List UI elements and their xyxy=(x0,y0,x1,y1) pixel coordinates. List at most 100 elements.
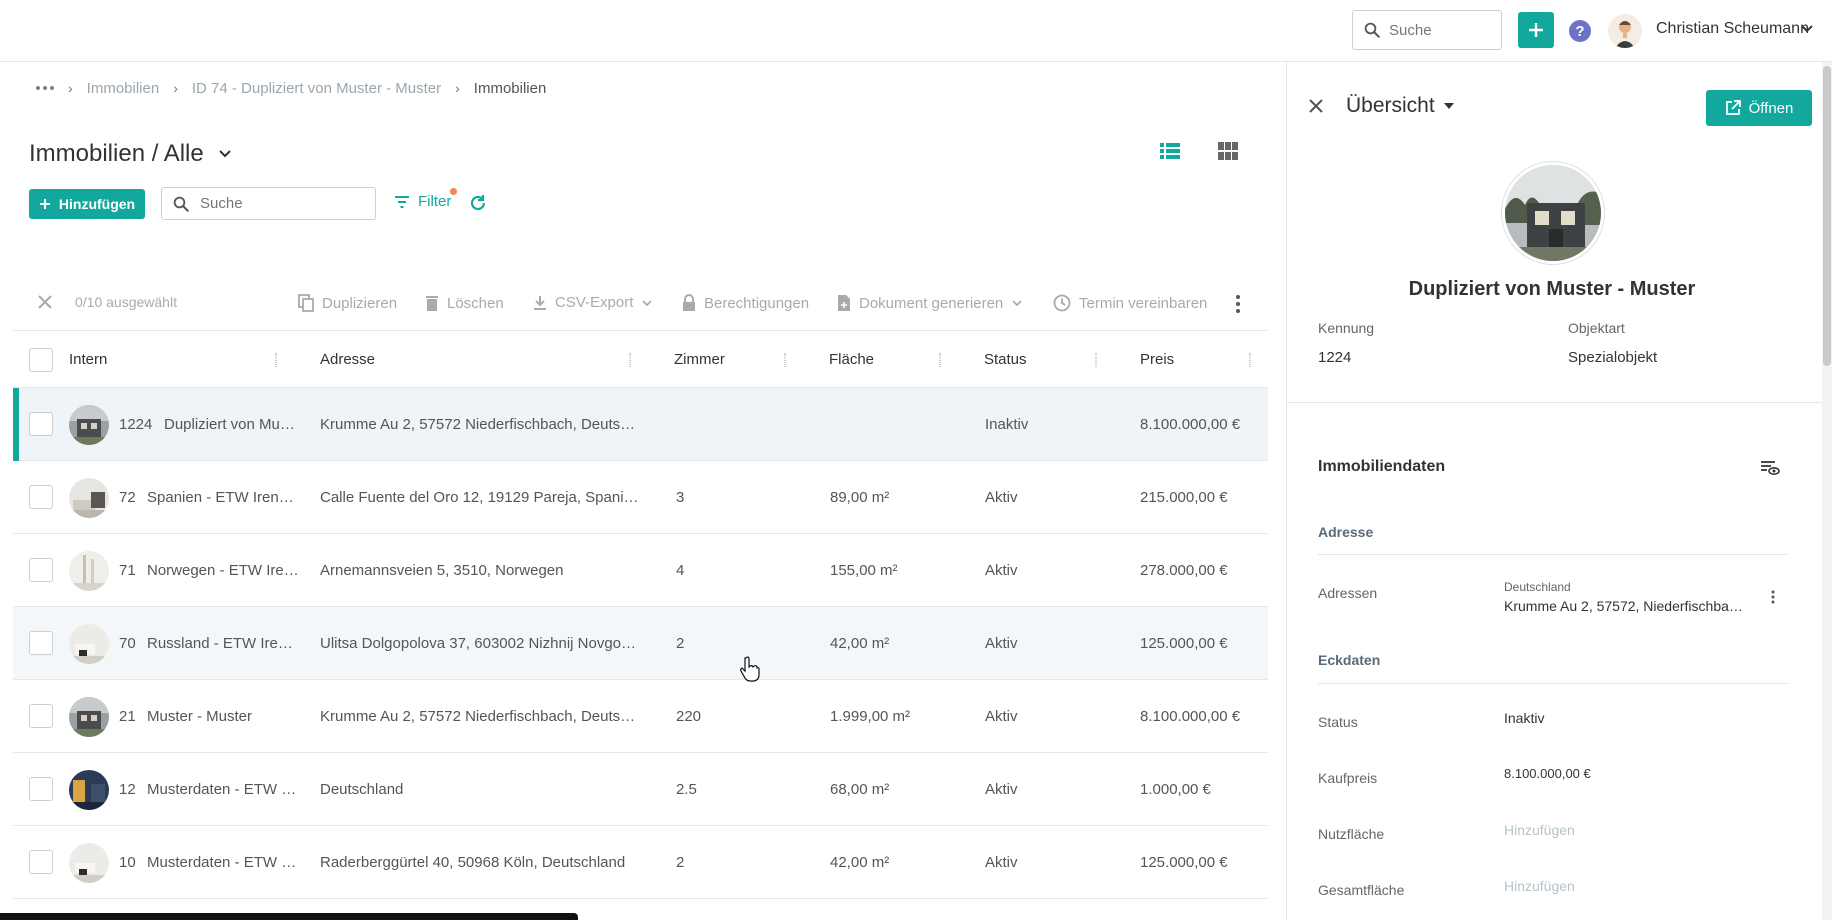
column-header-zimmer[interactable]: Zimmer xyxy=(674,351,725,368)
global-search-input[interactable] xyxy=(1389,21,1489,39)
cell-status: Aktiv xyxy=(985,854,1018,871)
column-resize-handle[interactable] xyxy=(1095,353,1097,367)
chevron-down-icon[interactable] xyxy=(1800,22,1814,36)
group-divider xyxy=(1318,683,1788,684)
properties-table: Intern Adresse Zimmer Fläche Status Prei… xyxy=(13,330,1268,899)
cell-address: Deutschland xyxy=(320,781,404,798)
clear-selection[interactable]: 0/10 ausgewählt xyxy=(37,294,177,310)
column-resize-handle[interactable] xyxy=(629,353,631,367)
panel-scrollbar[interactable] xyxy=(1822,62,1832,920)
property-thumbnail xyxy=(69,770,109,810)
breadcrumb-item-object[interactable]: ID 74 - Dupliziert von Muster - Muster xyxy=(192,80,441,97)
svg-text:?: ? xyxy=(1575,23,1584,40)
cell-price: 125.000,00 € xyxy=(1140,854,1228,871)
grid-view-icon[interactable] xyxy=(1218,142,1238,160)
close-icon xyxy=(37,294,53,310)
row-checkbox[interactable] xyxy=(29,631,53,655)
table-row[interactable]: 10 Musterdaten - ETW I… Raderberggürtel … xyxy=(13,826,1268,899)
row-checkbox[interactable] xyxy=(29,412,53,436)
table-row[interactable]: 21 Muster - Muster Krumme Au 2, 57572 Ni… xyxy=(13,680,1268,753)
column-header-adresse[interactable]: Adresse xyxy=(320,351,375,368)
cell-id: 10 xyxy=(119,854,136,871)
horizontal-scrollbar[interactable] xyxy=(0,913,578,920)
address-country: Deutschland xyxy=(1504,580,1571,594)
kennung-value: 1224 xyxy=(1318,349,1352,366)
breadcrumb-item-immobilien[interactable]: Immobilien xyxy=(87,80,160,97)
panel-divider xyxy=(1286,402,1822,403)
duplicate-label: Duplizieren xyxy=(322,294,398,312)
cell-name: Muster - Muster xyxy=(147,708,253,725)
global-search[interactable] xyxy=(1352,10,1502,50)
row-checkbox[interactable] xyxy=(29,850,53,874)
open-button[interactable]: Öffnen xyxy=(1706,90,1812,126)
refresh-icon[interactable] xyxy=(468,193,488,213)
add-property-label: Hinzufügen xyxy=(58,196,136,212)
csv-export-button[interactable]: CSV-Export xyxy=(533,294,653,311)
row-checkbox[interactable] xyxy=(29,777,53,801)
permissions-button[interactable]: Berechtigungen xyxy=(682,294,809,312)
row-checkbox[interactable] xyxy=(29,558,53,582)
gesamtflaeche-label: Gesamtfläche xyxy=(1318,882,1405,898)
cell-price: 125.000,00 € xyxy=(1140,635,1228,652)
cell-area: 42,00 m² xyxy=(830,635,890,652)
search-icon xyxy=(172,195,190,213)
list-view-icon[interactable] xyxy=(1160,142,1180,160)
page-title[interactable]: Immobilien / Alle xyxy=(29,140,232,168)
table-row[interactable]: 12 Musterdaten - ETW E… Deutschland 2.5 … xyxy=(13,753,1268,826)
create-new-button[interactable] xyxy=(1518,12,1554,48)
address-value[interactable]: Krumme Au 2, 57572, Niederfischba… xyxy=(1504,598,1743,614)
top-bar: ? Christian Scheumann xyxy=(0,0,1832,62)
cell-price: 1.000,00 € xyxy=(1140,781,1211,798)
more-vertical-icon[interactable] xyxy=(1771,590,1775,604)
list-search-input[interactable] xyxy=(200,195,360,212)
help-icon[interactable]: ? xyxy=(1568,19,1592,43)
add-property-button[interactable]: Hinzufügen xyxy=(29,189,145,219)
table-row[interactable]: 70 Russland - ETW Iren… Ulitsa Dolgopolo… xyxy=(13,607,1268,680)
visibility-settings-icon[interactable] xyxy=(1760,460,1780,476)
filter-label: Filter xyxy=(418,193,452,210)
user-avatar[interactable] xyxy=(1608,14,1642,48)
user-name[interactable]: Christian Scheumann xyxy=(1656,20,1809,38)
schedule-appointment-button[interactable]: Termin vereinbaren xyxy=(1053,294,1207,312)
list-search[interactable] xyxy=(161,187,376,220)
column-resize-handle[interactable] xyxy=(275,353,277,367)
select-all-checkbox[interactable] xyxy=(29,348,53,372)
row-checkbox[interactable] xyxy=(29,704,53,728)
page-title-text: Immobilien / Alle xyxy=(29,140,204,167)
table-row[interactable]: 1224 Dupliziert von Mus… Krumme Au 2, 57… xyxy=(13,388,1268,461)
column-header-status[interactable]: Status xyxy=(984,351,1027,368)
chevron-down-icon[interactable] xyxy=(218,147,232,161)
filter-icon xyxy=(394,195,410,209)
column-resize-handle[interactable] xyxy=(784,353,786,367)
table-row[interactable]: 71 Norwegen - ETW Ire… Arnemannsveien 5,… xyxy=(13,534,1268,607)
row-checkbox[interactable] xyxy=(29,485,53,509)
generate-document-button[interactable]: Dokument generieren xyxy=(837,294,1023,312)
more-dots-icon[interactable] xyxy=(36,86,54,90)
chevron-right-icon: › xyxy=(68,80,73,96)
table-row[interactable]: 72 Spanien - ETW Irene… Calle Fuente del… xyxy=(13,461,1268,534)
panel-scrollbar-thumb[interactable] xyxy=(1823,66,1831,366)
cell-rooms: 2 xyxy=(676,635,685,652)
column-header-preis[interactable]: Preis xyxy=(1140,351,1174,368)
duplicate-button[interactable]: Duplizieren xyxy=(298,294,397,312)
cell-id: 71 xyxy=(119,562,136,579)
cell-area: 42,00 m² xyxy=(830,854,890,871)
filter-button[interactable]: Filter xyxy=(394,193,451,210)
gesamtflaeche-add[interactable]: Hinzufügen xyxy=(1504,878,1575,894)
column-header-intern[interactable]: Intern xyxy=(69,351,107,368)
nutzflaeche-add[interactable]: Hinzufügen xyxy=(1504,822,1575,838)
kaufpreis-value[interactable]: 8.100.000,00 € xyxy=(1504,766,1591,781)
column-resize-handle[interactable] xyxy=(1249,353,1251,367)
delete-button[interactable]: Löschen xyxy=(425,294,504,312)
status-value[interactable]: Inaktiv xyxy=(1504,710,1544,726)
panel-view-selector[interactable]: Übersicht xyxy=(1346,94,1455,118)
column-header-flaeche[interactable]: Fläche xyxy=(829,351,874,368)
more-vertical-icon[interactable] xyxy=(1235,294,1241,314)
cell-status: Aktiv xyxy=(985,708,1018,725)
document-add-icon xyxy=(837,294,851,312)
cell-address: Raderberggürtel 40, 50968 Köln, Deutschl… xyxy=(320,854,626,871)
csv-export-label: CSV-Export xyxy=(555,294,634,311)
column-resize-handle[interactable] xyxy=(939,353,941,367)
close-icon[interactable] xyxy=(1308,98,1324,114)
cell-rooms: 2 xyxy=(676,854,685,871)
